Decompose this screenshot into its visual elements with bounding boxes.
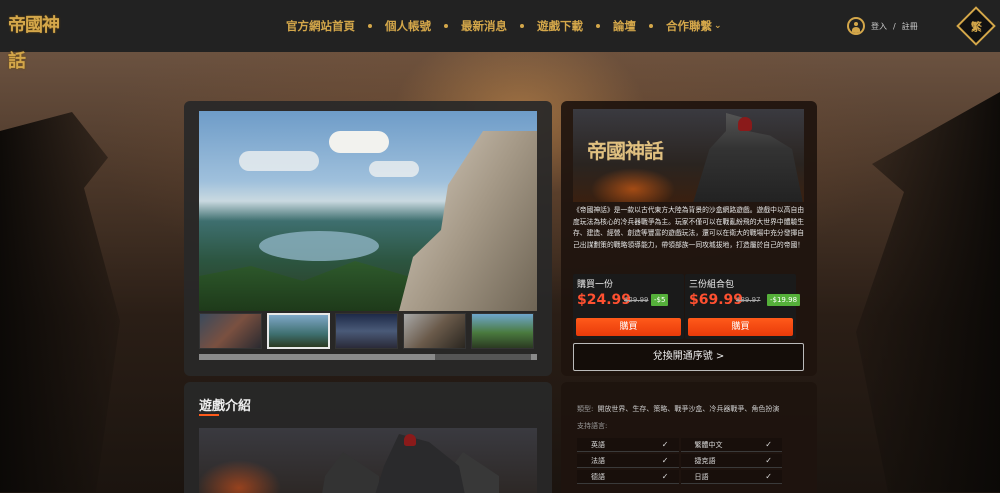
- offer-old-price: $29.99: [624, 296, 649, 304]
- intro-title: 遊戲介紹: [199, 399, 252, 414]
- offer-discount-badge: -$19.98: [767, 294, 801, 306]
- language-name: 捷克語: [694, 456, 716, 465]
- game-description: 《帝國神話》是一款以古代東方大陸為背景的沙盒網路遊戲。遊戲中以高自由度玩法為核心…: [573, 206, 805, 249]
- nav-forum[interactable]: 論壇: [613, 18, 636, 34]
- thumbnail-1[interactable]: [199, 313, 262, 349]
- language-cell: 捷克語 ✓: [680, 454, 782, 468]
- language-switch-button[interactable]: 繁: [956, 6, 996, 46]
- thumbnail-strip: [199, 313, 537, 349]
- user-avatar-icon[interactable]: [847, 17, 865, 35]
- nav-home-label: 官方網站首頁: [286, 19, 355, 33]
- nav-download-label: 遊戲下載: [537, 19, 583, 33]
- game-intro-panel: 遊戲介紹: [184, 382, 552, 493]
- main-screenshot[interactable]: [199, 111, 537, 311]
- offer-old-price: $89.97: [736, 296, 761, 304]
- nav-news-label: 最新消息: [461, 19, 507, 33]
- offer-label: 三份組合包: [689, 280, 735, 290]
- lake-shape: [259, 231, 379, 261]
- site-logo[interactable]: 帝國神話: [8, 8, 74, 72]
- buy-bundle-button[interactable]: 購買: [688, 318, 793, 336]
- scrollbar-end-arrow[interactable]: [531, 354, 537, 360]
- nav-partnership[interactable]: 合作聯繫 ⌄: [666, 18, 722, 34]
- genre-key: 類型:: [577, 405, 594, 413]
- thumbnail-4[interactable]: [403, 313, 466, 349]
- cloud-shape: [239, 151, 319, 171]
- register-link[interactable]: 註冊: [902, 21, 918, 32]
- game-cover-art: 帝國神話: [573, 109, 804, 202]
- redeem-code-button[interactable]: 兌換開通序號 >: [573, 343, 804, 371]
- language-cell: 日語 ✓: [680, 470, 782, 484]
- nav-account[interactable]: 個人帳號: [385, 18, 431, 34]
- language-table: 英語 ✓ 繁體中文 ✓ 法語 ✓ 捷克語 ✓ 德語 ✓ 日語 ✓: [577, 438, 782, 484]
- nav-separator-dot: [596, 24, 600, 28]
- title-underline: [199, 414, 219, 416]
- nav-account-label: 個人帳號: [385, 19, 431, 33]
- thumbnail-5[interactable]: [471, 313, 534, 349]
- offer-price: $69.99: [689, 292, 744, 308]
- supported-languages-label: 支持語言:: [577, 422, 608, 430]
- chevron-down-icon: ⌄: [714, 21, 722, 31]
- check-icon: ✓: [661, 456, 669, 465]
- nav-separator-dot: [368, 24, 372, 28]
- language-name: 繁體中文: [694, 440, 723, 449]
- purchase-panel: 帝國神話 《帝國神話》是一款以古代東方大陸為背景的沙盒網路遊戲。遊戲中以高自由度…: [561, 101, 817, 376]
- site-header: 帝國神話 官方網站首頁 個人帳號 最新消息 遊戲下載 論壇 合作聯繫 ⌄ 登入 /…: [0, 0, 1000, 72]
- nav-separator-dot: [520, 24, 524, 28]
- ruin-left-silhouette: [0, 112, 120, 492]
- offer-discount-badge: -$5: [651, 294, 669, 306]
- check-icon: ✓: [765, 456, 772, 465]
- language-name: 英語: [591, 440, 605, 449]
- game-info-panel: 類型: 開放世界、生存、策略、戰爭沙盒、冷兵器戰爭、角色扮演 支持語言: 英語 ✓ …: [561, 382, 817, 493]
- user-links: 登入 / 註冊: [847, 17, 918, 35]
- language-name: 德語: [591, 472, 605, 481]
- buy-single-button[interactable]: 購買: [576, 318, 681, 336]
- red-helmet-plume: [738, 117, 752, 131]
- offer-single: 購買一份 $24.99 $29.99 -$5 購買: [573, 274, 684, 339]
- language-cell: 繁體中文 ✓: [680, 438, 782, 452]
- genre-row: 類型: 開放世界、生存、策略、戰爭沙盒、冷兵器戰爭、角色扮演: [577, 404, 779, 414]
- media-gallery: [184, 101, 552, 376]
- nav-partnership-label: 合作聯繫: [666, 19, 712, 33]
- main-nav: 官方網站首頁 個人帳號 最新消息 遊戲下載 論壇 合作聯繫 ⌄: [286, 0, 722, 52]
- warrior-silhouette: [369, 434, 469, 493]
- thumbnail-scrollbar[interactable]: [199, 354, 537, 360]
- cover-title: 帝國神話: [587, 139, 664, 163]
- language-cell: 德語 ✓: [577, 470, 679, 484]
- nav-download[interactable]: 遊戲下載: [537, 18, 583, 34]
- nav-forum-label: 論壇: [613, 19, 636, 33]
- user-link-separator: /: [893, 21, 896, 31]
- nav-news[interactable]: 最新消息: [461, 18, 507, 34]
- login-link[interactable]: 登入: [871, 21, 887, 32]
- cloud-shape: [329, 131, 389, 153]
- offer-bundle: 三份組合包 $69.99 $89.97 -$19.98 購買: [685, 274, 801, 339]
- nav-home[interactable]: 官方網站首頁: [286, 18, 355, 34]
- offer-label: 購買一份: [577, 280, 614, 290]
- check-icon: ✓: [765, 472, 772, 481]
- language-name: 日語: [694, 472, 709, 481]
- thumbnail-2-active[interactable]: [267, 313, 330, 349]
- check-icon: ✓: [661, 440, 669, 449]
- offer-price: $24.99: [577, 292, 632, 308]
- cloud-shape: [369, 161, 419, 177]
- warrior-silhouette: [319, 452, 379, 493]
- check-icon: ✓: [661, 472, 669, 481]
- ruin-right-silhouette: [856, 92, 1000, 492]
- cliff-shape: [399, 131, 537, 311]
- nav-separator-dot: [649, 24, 653, 28]
- intro-banner-image: [199, 428, 537, 493]
- language-cell: 英語 ✓: [577, 438, 679, 452]
- language-cell: 法語 ✓: [577, 454, 679, 468]
- nav-separator-dot: [444, 24, 448, 28]
- thumbnail-3[interactable]: [335, 313, 398, 349]
- language-badge-label: 繁: [970, 20, 982, 33]
- genre-value: 開放世界、生存、策略、戰爭沙盒、冷兵器戰爭、角色扮演: [597, 405, 780, 413]
- scrollbar-handle[interactable]: [199, 354, 435, 360]
- language-name: 法語: [591, 456, 605, 465]
- check-icon: ✓: [765, 440, 772, 449]
- red-helmet-plume: [404, 434, 416, 446]
